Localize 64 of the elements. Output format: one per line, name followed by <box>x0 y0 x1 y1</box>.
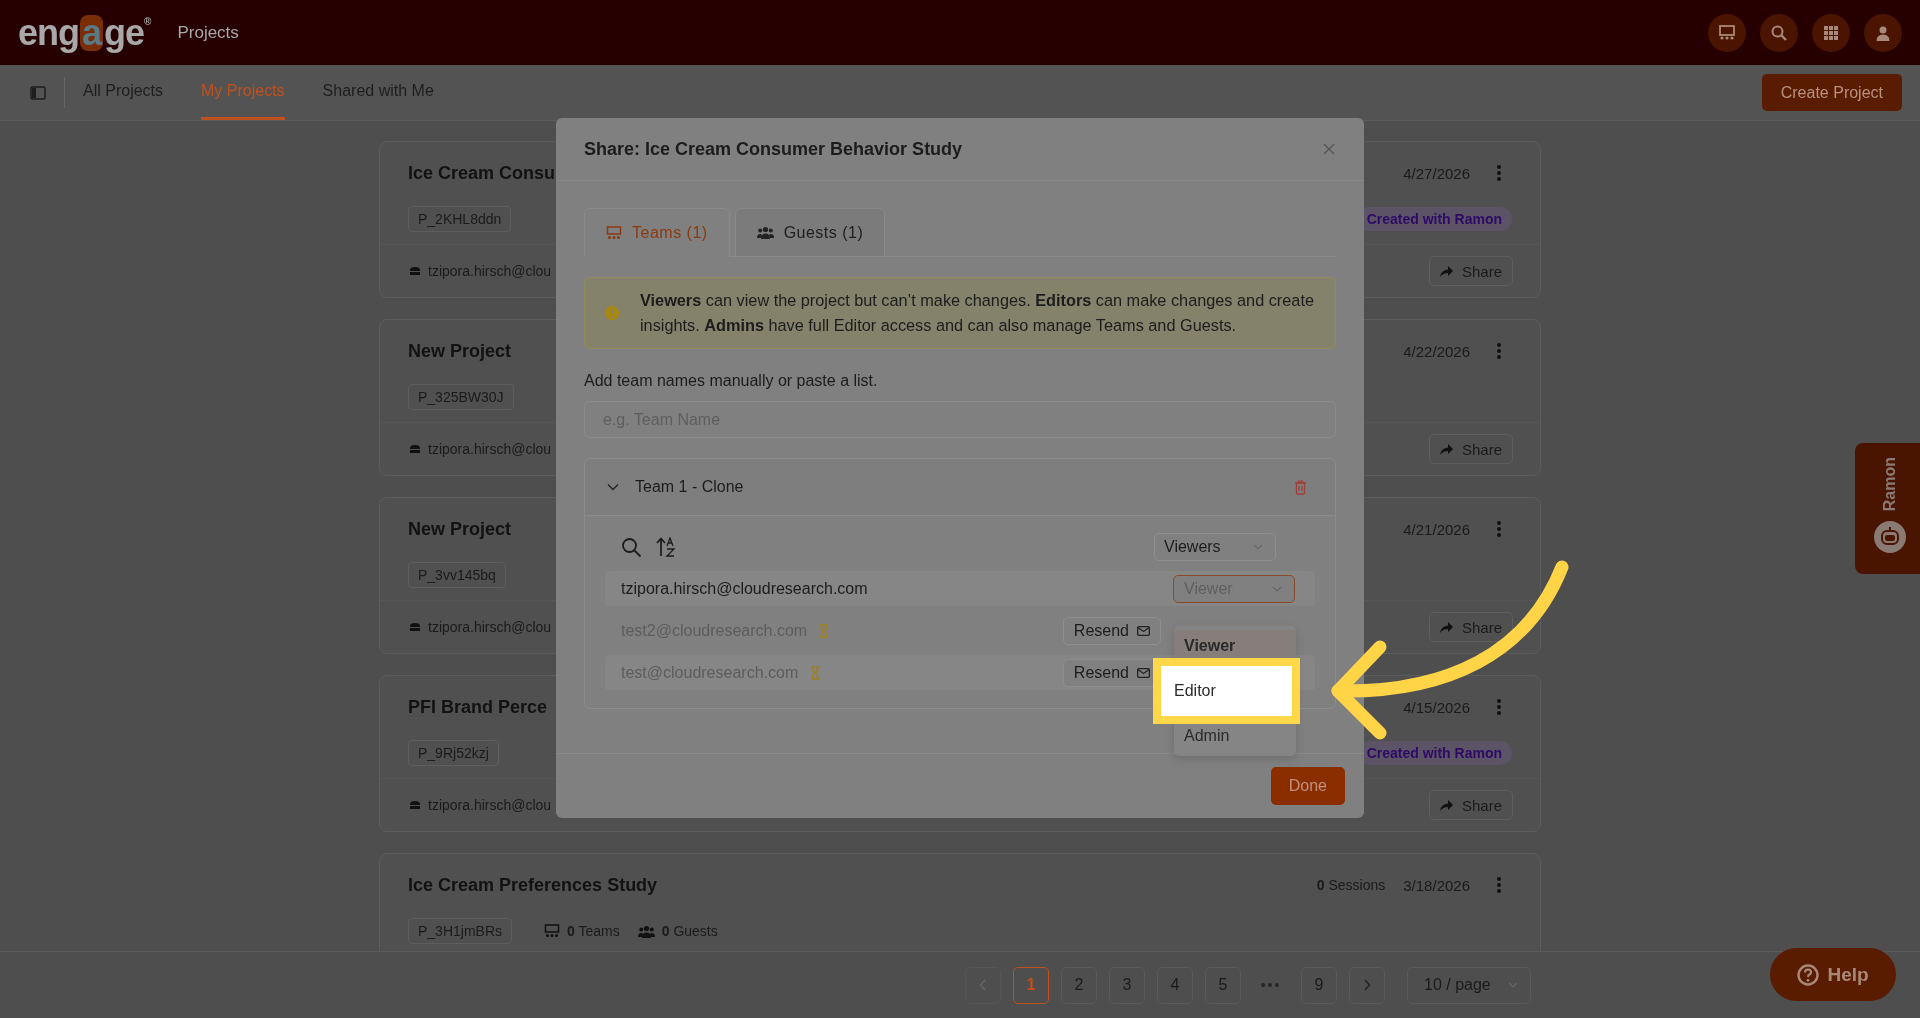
user-icon[interactable] <box>1864 13 1902 52</box>
mail-icon <box>1137 625 1150 636</box>
warning-icon <box>605 306 619 320</box>
trash-icon[interactable] <box>1294 479 1307 495</box>
more-options-icon[interactable] <box>1496 698 1502 716</box>
role-filter-select[interactable]: Viewers <box>1154 533 1276 561</box>
more-options-icon[interactable] <box>1496 876 1502 894</box>
dialog-title: Share: Ice Cream Consumer Behavior Study <box>584 138 963 160</box>
chevron-right-icon <box>1363 979 1371 991</box>
project-title[interactable]: Ice Cream Consu <box>408 162 556 184</box>
done-button[interactable]: Done <box>1270 767 1345 805</box>
logo[interactable]: engage$^{®}$ <box>18 14 151 51</box>
sort-icon[interactable] <box>656 537 676 557</box>
more-options-icon[interactable] <box>1496 520 1502 538</box>
project-title[interactable]: New Project <box>408 518 512 540</box>
member-email: tzipora.hirsch@cloudresearch.com <box>621 579 868 598</box>
sidebar-toggle-icon[interactable] <box>30 85 46 100</box>
chevron-down-icon <box>1508 982 1518 988</box>
project-title[interactable]: New Project <box>408 340 512 362</box>
more-options-icon[interactable] <box>1496 164 1502 182</box>
share-icon <box>1439 443 1453 455</box>
question-icon <box>1797 963 1820 986</box>
team-icon <box>544 924 561 938</box>
page-ellipsis[interactable]: ••• <box>1253 977 1289 993</box>
menu-option[interactable]: Editor <box>1153 658 1300 724</box>
input-label: Add team names manually or paste a list. <box>584 372 879 390</box>
more-options-icon[interactable] <box>1496 342 1502 360</box>
project-title[interactable]: PFI Brand Perce <box>408 696 548 718</box>
briefcase-icon <box>409 444 421 454</box>
chevron-icon[interactable] <box>607 483 619 491</box>
chevron-left-icon <box>979 979 987 991</box>
mail-icon <box>1137 667 1150 678</box>
hourglass-icon <box>810 665 821 680</box>
page-button[interactable]: 1 <box>1013 966 1049 1004</box>
chevron-down-icon <box>1272 585 1282 592</box>
nav-tab[interactable]: My Projects <box>201 65 285 120</box>
project-title[interactable]: Ice Cream Preferences Study <box>408 874 658 896</box>
notice-text: Viewers can view the project but can’t make changes. Editors can make changes and create insights. Admins have full Editor access and can also manage Teams and Guests. <box>640 290 1315 336</box>
share-icon <box>1439 621 1453 633</box>
presentation-icon[interactable] <box>1708 13 1746 52</box>
people-icon <box>756 226 774 239</box>
briefcase-icon <box>409 622 421 632</box>
search-icon[interactable] <box>621 536 642 558</box>
help-button[interactable]: Help <box>1770 948 1896 1001</box>
chevron-down-icon <box>1253 544 1263 550</box>
hourglass-icon <box>819 623 830 638</box>
section-title: Projects <box>177 22 239 43</box>
dialog-tab[interactable]: Teams (1) <box>584 208 730 257</box>
people-icon <box>637 924 655 938</box>
apps-grid-icon[interactable] <box>1812 13 1850 52</box>
team-name: Team 1 - Clone <box>635 478 744 496</box>
search-icon[interactable] <box>1760 13 1798 52</box>
next-page-button[interactable] <box>1349 966 1385 1004</box>
briefcase-icon <box>409 266 421 276</box>
share-icon <box>1439 799 1453 811</box>
robot-icon <box>1874 521 1906 554</box>
close-icon[interactable] <box>1322 142 1336 156</box>
team-icon <box>606 225 622 240</box>
dialog-tab[interactable]: Guests (1) <box>734 208 886 257</box>
create-project-button[interactable]: Create Project <box>1761 74 1902 111</box>
ramon-side-tab[interactable]: Ramon <box>1855 443 1920 574</box>
briefcase-icon <box>409 800 421 810</box>
share-icon <box>1439 265 1453 277</box>
resend-button[interactable]: Resend <box>1062 616 1161 645</box>
